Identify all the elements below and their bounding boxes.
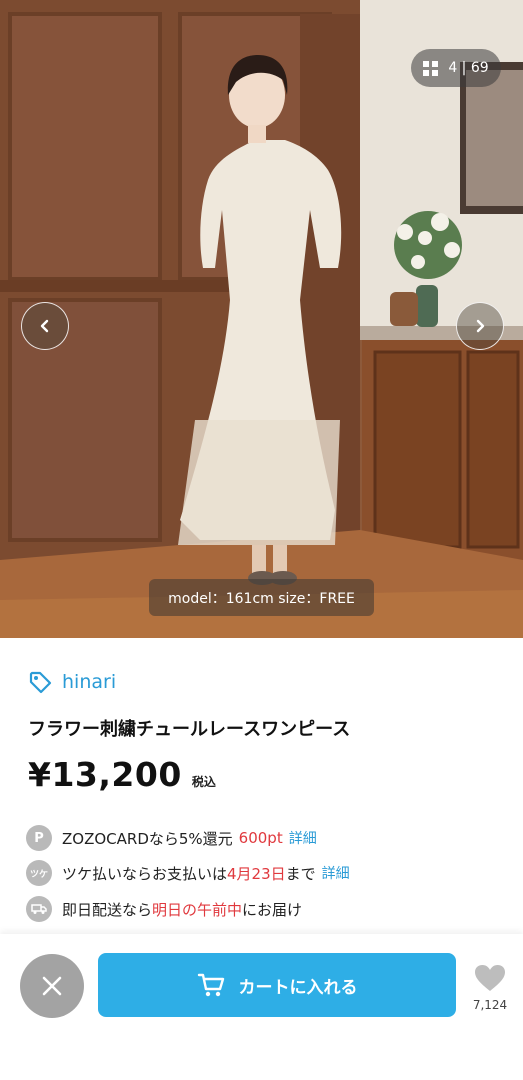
product-price: ¥13,200 [28,755,182,794]
add-to-cart-button[interactable]: カートに入れる [98,953,456,1017]
shipping-text: 即日配送なら [62,900,153,919]
tsuke-date: 4月23日 [227,864,286,883]
zozocard-benefit: P ZOZOCARDなら5%還元 600pt 詳細 [26,825,317,851]
cart-icon [197,973,224,997]
tag-icon [29,671,52,694]
image-counter[interactable]: 4 | 69 [411,49,501,87]
previous-image-button[interactable] [21,302,69,350]
bottom-action-bar: カートに入れる 7,124 [0,934,523,1080]
product-image-gallery[interactable]: 4 | 69 model：161cm size：FREE [0,0,523,638]
tsuke-suffix: まで [285,864,316,883]
image-counter-text: 4 | 69 [448,60,489,76]
brand-link[interactable]: hinari [28,670,116,694]
product-photo [0,0,523,638]
brand-name[interactable]: hinari [62,671,116,693]
points-icon: P [26,825,52,851]
close-button[interactable] [20,954,84,1018]
next-image-button[interactable] [456,302,504,350]
heart-icon [475,965,505,991]
close-icon [42,976,62,996]
price-row: ¥13,200 税込 [28,755,216,794]
favorite-button[interactable]: 7,124 [470,964,510,1012]
grid-icon [423,60,439,76]
favorite-count: 7,124 [472,998,508,1012]
chevron-left-icon [40,319,49,333]
tsuke-detail-link[interactable]: 詳細 [322,863,350,883]
shipping-suffix: にお届け [242,900,303,919]
tsuke-payment-benefit: ツケ ツケ払いならお支払いは 4月23日 まで 詳細 [26,860,350,886]
zozocard-text: ZOZOCARDなら5%還元 [62,829,233,848]
truck-icon [26,896,52,922]
model-size-caption: model：161cm size：FREE [149,579,374,616]
tax-included-label: 税込 [191,775,216,789]
zozocard-detail-link[interactable]: 詳細 [289,828,317,848]
tsuke-text: ツケ払いならお支払いは [62,864,228,883]
tsuke-icon: ツケ [26,860,52,886]
product-title: フラワー刺繍チュールレースワンピース [28,719,351,740]
points-amount: 600pt [238,829,283,847]
shipping-highlight: 明日の午前中 [152,900,243,919]
add-to-cart-label: カートに入れる [238,977,358,998]
chevron-right-icon [476,319,485,333]
shipping-benefit: 即日配送なら 明日の午前中 にお届け [26,896,302,922]
